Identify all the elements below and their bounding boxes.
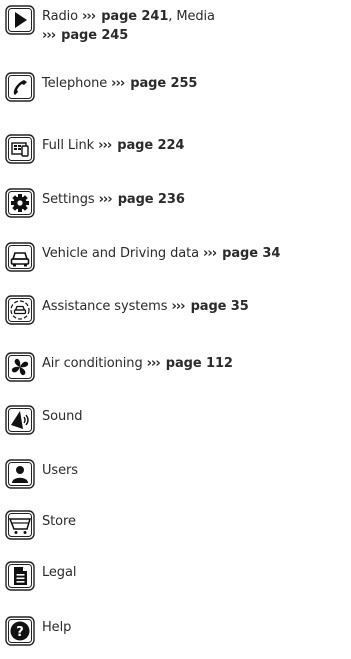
- full-link-icon: [5, 134, 35, 164]
- svg-text:?: ?: [16, 625, 24, 640]
- ref-arrows: ›››: [98, 192, 113, 207]
- item-label: Legal: [42, 565, 77, 580]
- document-icon: [5, 561, 35, 591]
- page-reference-link[interactable]: page 236: [118, 192, 185, 207]
- item-label: Store: [42, 514, 76, 529]
- item-label: Sound: [42, 409, 83, 424]
- item-label: Radio: [42, 9, 79, 24]
- ref-arrows: ›››: [203, 246, 217, 261]
- item-label: Assistance systems: [42, 299, 168, 314]
- assistance-car-icon: [5, 295, 35, 325]
- ref-arrows: ›››: [171, 299, 185, 314]
- speaker-icon: [5, 405, 35, 435]
- item-label: Telephone: [42, 76, 108, 91]
- user-icon: [5, 459, 35, 489]
- page-reference-link[interactable]: page 255: [130, 76, 197, 91]
- ref-arrows: ›››: [82, 9, 96, 24]
- page-reference-link[interactable]: page 245: [61, 28, 128, 43]
- item-label-secondary: , Media: [168, 9, 215, 24]
- item-label: Users: [42, 463, 78, 478]
- ref-arrows: ›››: [42, 28, 56, 43]
- page-reference-link[interactable]: page 241: [101, 9, 168, 24]
- item-label: Help: [42, 620, 72, 635]
- item-label: Vehicle and Driving data: [42, 246, 199, 261]
- help-icon: ?: [5, 616, 35, 646]
- ref-arrows: ›››: [146, 356, 161, 371]
- phone-icon: [5, 72, 35, 102]
- play-icon: [5, 5, 35, 35]
- item-label: Full Link: [42, 138, 95, 153]
- gear-icon: [5, 188, 35, 218]
- item-label: Settings: [42, 192, 95, 207]
- fan-icon: [5, 352, 35, 382]
- page-reference-link[interactable]: page 224: [117, 138, 184, 153]
- page-reference-link[interactable]: page 34: [222, 246, 280, 261]
- cart-icon: [5, 510, 35, 540]
- page-reference-link[interactable]: page 35: [191, 299, 249, 314]
- car-icon: [5, 242, 35, 272]
- page-reference-link[interactable]: page 112: [166, 356, 233, 371]
- ref-arrows: ›››: [98, 138, 112, 153]
- item-label: Air conditioning: [42, 356, 143, 371]
- ref-arrows: ›››: [111, 76, 125, 91]
